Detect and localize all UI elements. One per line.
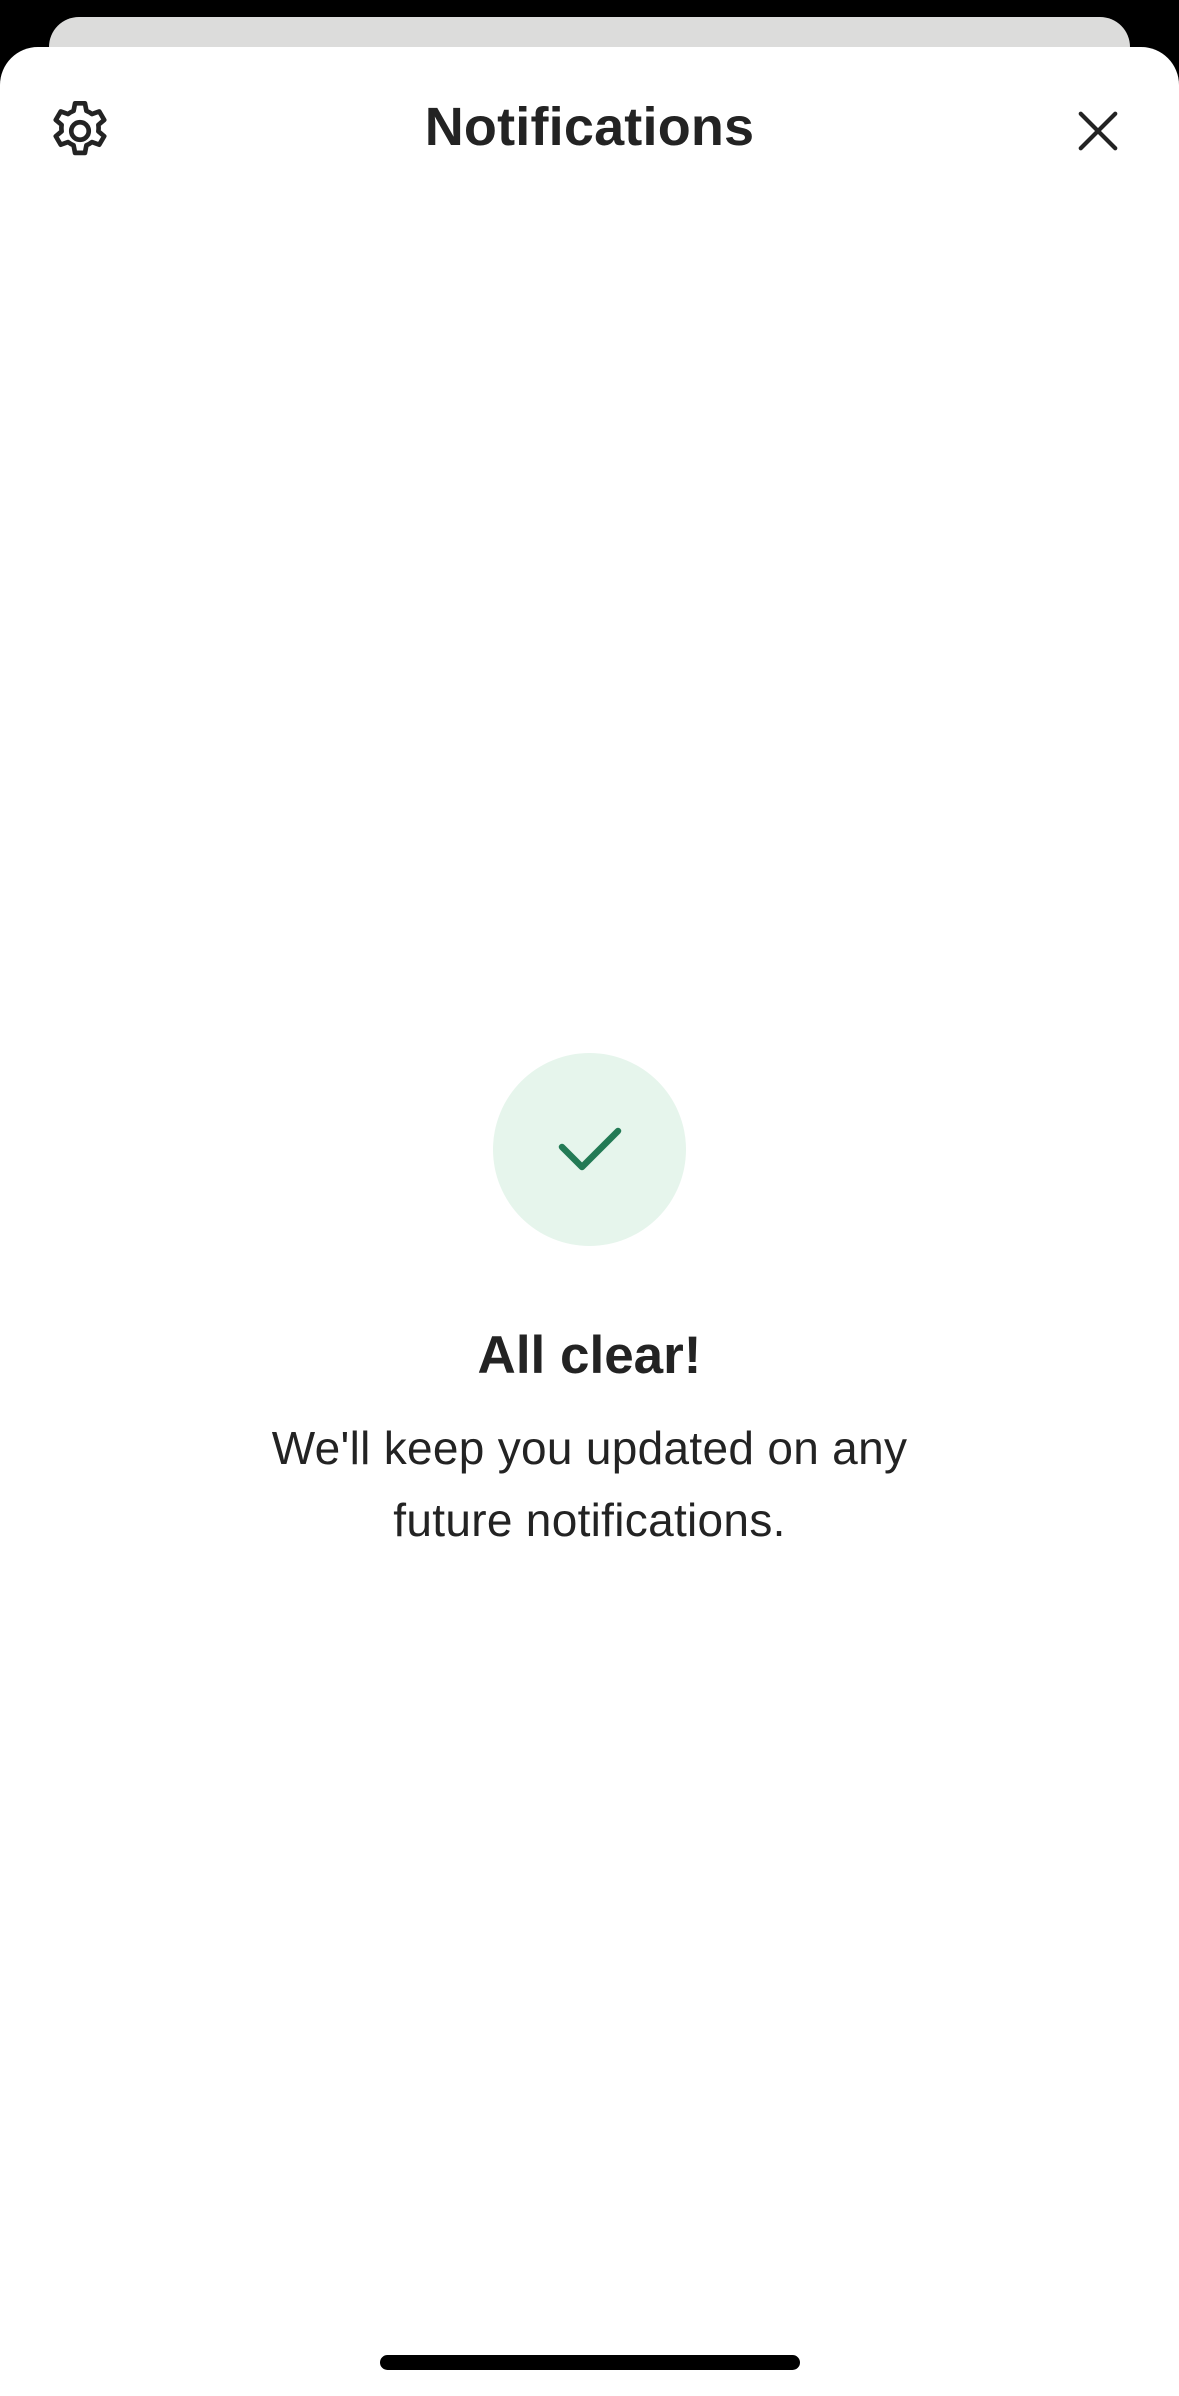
home-indicator[interactable] [380, 2355, 800, 2370]
checkmark-icon [558, 1127, 621, 1170]
empty-state-message: We'll keep you updated on any future not… [271, 1422, 908, 1546]
notifications-screen: Notifications All clear! We'll keep you … [0, 0, 1179, 2396]
empty-state: All clear! We'll keep you updated on any… [0, 1053, 1179, 1556]
close-button[interactable] [1053, 86, 1143, 176]
page-title: Notifications [424, 97, 755, 157]
empty-state-title: All clear! [477, 1326, 702, 1385]
success-badge [493, 1053, 686, 1246]
close-icon [1078, 111, 1118, 151]
